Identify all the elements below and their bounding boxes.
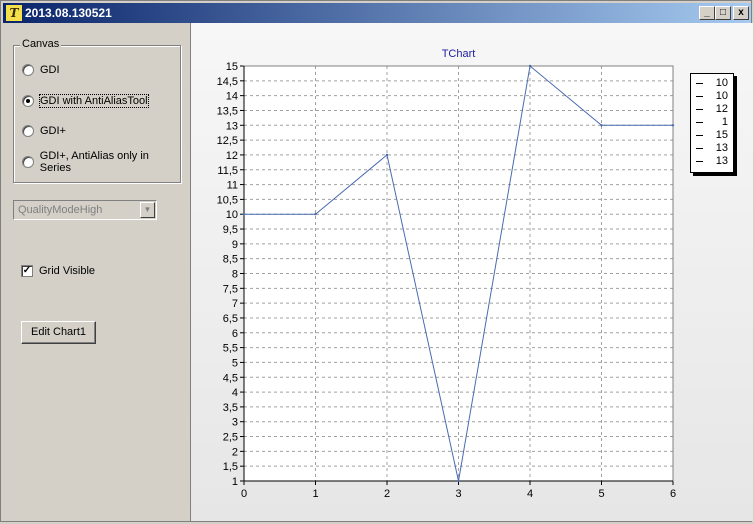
data-point — [671, 124, 675, 127]
radio-gdi-circle[interactable] — [22, 64, 34, 76]
y-tick-label: 1 — [232, 476, 238, 488]
y-tick-label: 3 — [232, 417, 238, 429]
radio-gdiplus[interactable]: GDI+ — [22, 123, 66, 139]
legend-item: 15 — [694, 129, 730, 141]
data-point — [600, 124, 603, 127]
grid-visible-checkbox[interactable]: ✓ Grid Visible — [21, 265, 95, 277]
radio-gdiplus-antialias-series-label: GDI+, AntiAlias only in Series — [39, 150, 149, 174]
radio-gdi-antialias-label: GDI with AntiAliasTool — [39, 94, 149, 108]
data-point — [385, 153, 389, 157]
y-tick-label: 7,5 — [223, 283, 238, 295]
legend-line-icon — [696, 109, 703, 110]
y-tick-label: 12,5 — [217, 135, 238, 147]
maximize-button[interactable]: □ — [715, 6, 731, 20]
legend-line-icon — [696, 161, 703, 162]
canvas-group-label: Canvas — [20, 38, 62, 50]
quality-mode-value: QualityModeHigh — [18, 204, 103, 216]
data-point — [528, 64, 532, 68]
radio-gdiplus-circle[interactable] — [22, 125, 34, 137]
y-tick-label: 10 — [226, 209, 238, 221]
y-tick-label: 13,5 — [217, 105, 238, 117]
y-tick-label: 8,5 — [223, 254, 238, 266]
legend-value: 1 — [721, 116, 728, 128]
y-tick-label: 12 — [226, 150, 238, 162]
data-point — [314, 213, 317, 216]
radio-gdi-antialias[interactable]: GDI with AntiAliasTool — [22, 93, 149, 109]
legend-value: 15 — [715, 129, 728, 141]
y-tick-label: 13 — [226, 120, 238, 132]
y-tick-label: 14,5 — [217, 76, 238, 88]
y-tick-label: 11 — [227, 180, 238, 192]
legend-item: 10 — [694, 90, 730, 102]
legend-item: 13 — [694, 155, 730, 167]
radio-gdiplus-antialias-series[interactable]: GDI+, AntiAlias only in Series — [22, 150, 180, 174]
legend-line-icon — [696, 83, 703, 84]
legend-value: 13 — [715, 142, 728, 154]
radio-gdi[interactable]: GDI — [22, 62, 60, 78]
edit-chart-button[interactable]: Edit Chart1 — [21, 321, 96, 344]
canvas-groupbox: Canvas GDI GDI with AntiAliasTool GDI+ G… — [13, 38, 181, 183]
y-tick-label: 1,5 — [223, 461, 238, 473]
y-tick-label: 9,5 — [223, 224, 238, 236]
y-tick-label: 9 — [232, 239, 238, 251]
x-tick-label: 0 — [241, 488, 247, 500]
chart-title: TChart — [442, 48, 476, 60]
minimize-button[interactable]: _ — [699, 6, 715, 20]
x-tick-label: 5 — [598, 488, 604, 500]
grid-visible-label: Grid Visible — [39, 265, 96, 277]
y-tick-label: 10,5 — [217, 194, 238, 206]
legend-item: 13 — [694, 142, 730, 154]
legend-item: 1 — [694, 116, 730, 128]
y-tick-label: 15 — [226, 61, 238, 73]
legend-line-icon — [696, 96, 703, 97]
line-chart[interactable]: TChart11,522,533,544,555,566,577,588,599… — [191, 23, 753, 521]
y-tick-label: 7 — [232, 298, 238, 310]
legend-line-icon — [696, 148, 703, 149]
checkbox-grid-visible-box[interactable]: ✓ — [21, 265, 33, 277]
close-button[interactable]: x — [733, 6, 749, 20]
chart-legend[interactable]: 10 10 12 1 15 13 13 — [690, 73, 734, 173]
y-tick-label: 3,5 — [223, 402, 238, 414]
quality-mode-combo[interactable]: QualityModeHigh ▼ — [13, 200, 157, 220]
x-tick-label: 6 — [670, 488, 676, 500]
legend-value: 10 — [715, 90, 728, 102]
radio-gdi-antialias-circle[interactable] — [22, 95, 34, 107]
y-tick-label: 4 — [232, 387, 238, 399]
data-point — [457, 479, 460, 483]
app-window: T 2013.08.130521 _ □ x Canvas GDI GDI wi… — [0, 0, 753, 522]
radio-gdiplus-label: GDI+ — [40, 125, 66, 137]
legend-item: 12 — [694, 103, 730, 115]
y-tick-label: 14 — [226, 91, 238, 103]
chart-panel[interactable]: TChart 1 1,5 2 2,5 3 3,5 4 4,5 5 5,5 6 6,5 7 7,5 8 8,5 9 9… — [190, 23, 753, 521]
data-point — [242, 213, 246, 216]
y-tick-label: 5,5 — [223, 343, 238, 355]
teechart-app-icon[interactable]: T — [6, 5, 22, 21]
y-tick-label: 2 — [232, 446, 238, 458]
y-tick-label: 6,5 — [223, 313, 238, 325]
legend-value: 13 — [715, 155, 728, 167]
legend-value: 10 — [715, 77, 728, 89]
legend-line-icon — [696, 122, 703, 123]
legend-item: 10 — [694, 77, 730, 89]
y-tick-label: 6 — [232, 328, 238, 340]
x-tick-label: 1 — [312, 488, 318, 500]
title-bar[interactable]: T 2013.08.130521 _ □ x — [3, 3, 751, 23]
y-tick-label: 11,5 — [217, 165, 238, 177]
radio-gdiplus-antialias-series-circle[interactable] — [22, 156, 34, 168]
left-panel: Canvas GDI GDI with AntiAliasTool GDI+ G… — [3, 23, 189, 521]
legend-value: 12 — [715, 103, 728, 115]
window-title: 2013.08.130521 — [25, 6, 112, 20]
y-tick-label: 2,5 — [223, 432, 238, 444]
y-tick-label: 8 — [232, 269, 238, 281]
legend-line-icon — [696, 135, 703, 136]
x-tick-label: 2 — [384, 488, 390, 500]
y-tick-label: 4,5 — [223, 372, 238, 384]
radio-gdi-label: GDI — [40, 64, 60, 76]
x-tick-label: 3 — [455, 488, 461, 500]
y-tick-label: 5 — [232, 357, 238, 369]
chevron-down-icon[interactable]: ▼ — [140, 202, 155, 218]
x-tick-label: 4 — [527, 488, 533, 500]
